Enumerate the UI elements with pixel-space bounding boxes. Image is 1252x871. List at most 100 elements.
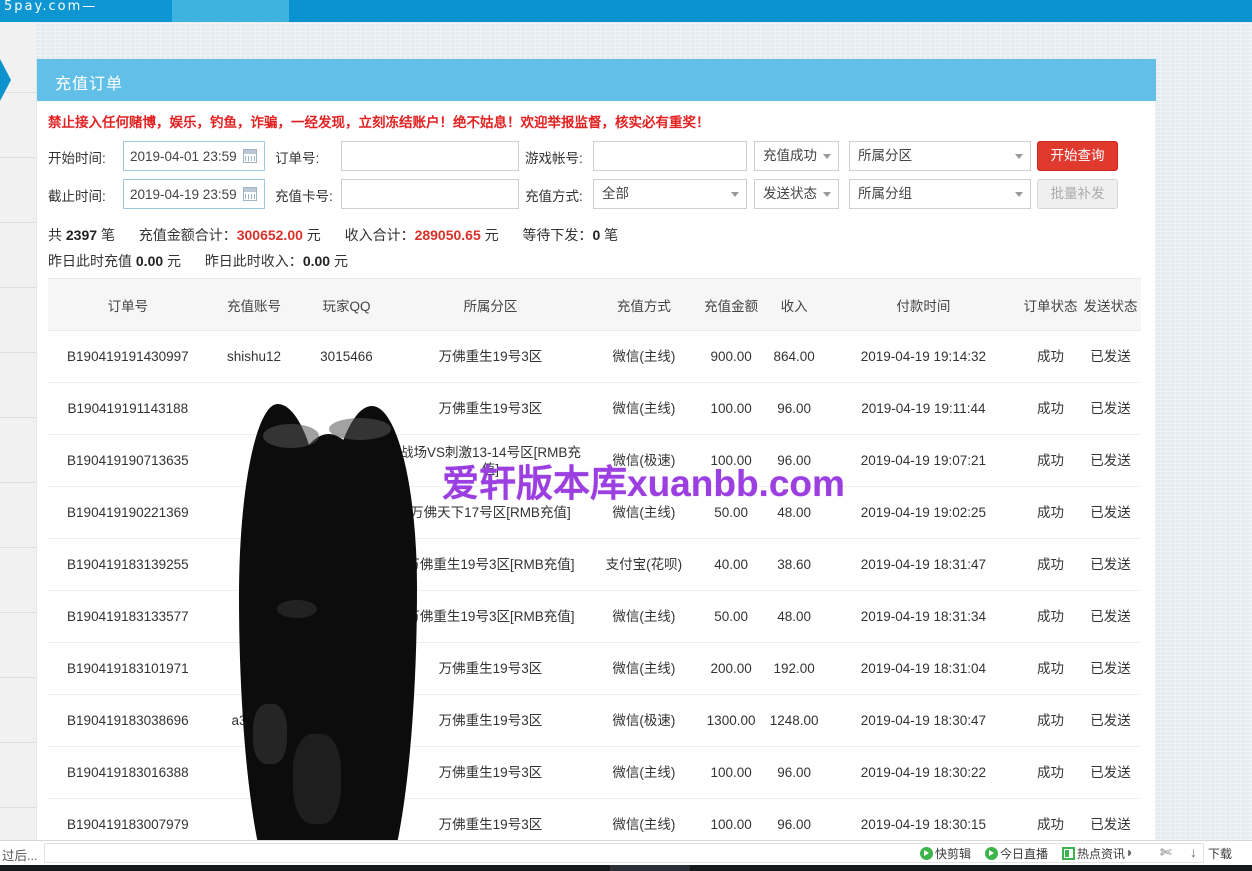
zone-select[interactable]: 所属分区 <box>849 141 1031 171</box>
table-cell-order-status[interactable]: 成功 <box>1021 487 1080 539</box>
table-cell-account <box>208 643 300 695</box>
start-query-button[interactable]: 开始查询 <box>1037 141 1118 171</box>
table-cell-zone: 万佛重生19号3区 <box>393 747 588 799</box>
table-cell-qq <box>300 539 392 591</box>
site-domain-label: 5pay.com— <box>4 0 97 14</box>
table-cell-qq <box>300 643 392 695</box>
table-row[interactable]: B190419183038696a38000624万佛重生19号3区微信(极速)… <box>48 695 1141 747</box>
rocket-icon[interactable]: ✄ <box>1160 844 1172 861</box>
table-cell-account: shishu12 <box>208 331 300 383</box>
table-cell-qq <box>300 435 392 487</box>
chevron-down-icon <box>1015 192 1023 197</box>
col-pay-time: 付款时间 <box>826 279 1021 331</box>
table-cell-method: 微信(主线) <box>588 591 699 643</box>
table-cell-pay-time: 2019-04-19 18:31:47 <box>826 539 1021 591</box>
summary-line-2: 昨日此时充值 0.00 元 昨日此时收入：0.00 元 <box>48 251 348 271</box>
table-cell-zone: 万佛重生19号3区 <box>393 643 588 695</box>
table-cell-order-no: B190419191143188 <box>48 383 208 435</box>
table-cell-method: 微信(极速) <box>588 435 699 487</box>
table-cell-amount: 100.00 <box>700 435 763 487</box>
table-cell-qq: 3015466 <box>300 331 392 383</box>
start-time-input[interactable] <box>123 141 265 171</box>
table-cell-method: 微信(主线) <box>588 383 699 435</box>
page-title-bar: 充值订单 <box>37 59 1156 101</box>
pay-method-select[interactable]: 全部 <box>593 179 747 209</box>
table-cell-income: 96.00 <box>763 383 826 435</box>
table-cell-qq: 7 <box>300 747 392 799</box>
browser-tab-secondary[interactable] <box>172 0 289 22</box>
chevron-down-icon <box>731 192 739 197</box>
pending-unit: 笔 <box>604 227 618 243</box>
page-title-arrow-icon <box>0 59 11 101</box>
play-circle-icon <box>920 847 933 860</box>
end-time-input[interactable] <box>123 179 265 209</box>
order-no-label: 订单号: <box>275 147 319 167</box>
table-row[interactable]: B190419190713635战场VS刺激13-14号区[RMB充值]微信(极… <box>48 435 1141 487</box>
income-value: 289050.65 <box>415 227 481 243</box>
table-cell-pay-time: 2019-04-19 19:07:21 <box>826 435 1021 487</box>
table-cell-qq <box>300 487 392 539</box>
table-row[interactable]: B190419191143188万佛重生19号3区微信(主线)100.0096.… <box>48 383 1141 435</box>
card-no-label: 充值卡号: <box>275 185 333 205</box>
table-row[interactable]: B190419183133577a3万佛重生19号3区[RMB充值]微信(主线)… <box>48 591 1141 643</box>
yesterday-recharge-unit: 元 <box>167 253 181 269</box>
tray-item-jinrizhibo[interactable]: 今日直播 <box>985 845 1048 862</box>
recharge-status-select[interactable]: 充值成功 <box>754 141 839 171</box>
table-cell-method: 微信(极速) <box>588 695 699 747</box>
table-cell-order-status[interactable]: 成功 <box>1021 643 1080 695</box>
table-cell-order-status[interactable]: 成功 <box>1021 747 1080 799</box>
recharge-status-value: 充值成功 <box>763 148 817 163</box>
tray-label-1: 今日直播 <box>1000 847 1048 861</box>
news-icon <box>1062 847 1075 860</box>
table-row[interactable]: B190419191430997shishu123015466万佛重生19号3区… <box>48 331 1141 383</box>
table-cell-order-status[interactable]: 成功 <box>1021 383 1080 435</box>
table-cell-qq <box>300 591 392 643</box>
table-cell-order-status[interactable]: 成功 <box>1021 435 1080 487</box>
col-income: 收入 <box>763 279 826 331</box>
table-row[interactable]: B1904191830163887万佛重生19号3区微信(主线)100.0096… <box>48 747 1141 799</box>
game-account-input[interactable] <box>593 141 747 171</box>
table-cell-income: 192.00 <box>763 643 826 695</box>
table-cell-income: 96.00 <box>763 747 826 799</box>
table-cell-qq <box>300 383 392 435</box>
browser-tab-area[interactable] <box>289 0 1252 22</box>
end-time-label: 截止时间: <box>48 185 106 205</box>
col-send-status: 发送状态 <box>1080 279 1141 331</box>
table-cell-amount: 50.00 <box>700 487 763 539</box>
table-cell-amount: 50.00 <box>700 591 763 643</box>
download-arrow-icon[interactable]: ↓ <box>1190 844 1197 860</box>
table-cell-account <box>208 747 300 799</box>
table-cell-order-no: B190419190713635 <box>48 435 208 487</box>
table-cell-amount: 40.00 <box>700 539 763 591</box>
table-row[interactable]: B190419183139255万佛重生19号3区[RMB充值]支付宝(花呗)4… <box>48 539 1141 591</box>
order-no-input[interactable] <box>341 141 519 171</box>
table-cell-zone: 万佛重生19号3区[RMB充值] <box>393 539 588 591</box>
send-status-select[interactable]: 发送状态 <box>754 179 839 209</box>
table-cell-income: 38.60 <box>763 539 826 591</box>
speedometer-icon[interactable]: ◑ <box>1124 844 1132 860</box>
group-select[interactable]: 所属分组 <box>849 179 1031 209</box>
table-cell-account: a38000 <box>208 695 300 747</box>
table-cell-order-status[interactable]: 成功 <box>1021 539 1080 591</box>
table-cell-send-status: 已发送 <box>1080 643 1141 695</box>
download-label[interactable]: 下载 <box>1208 845 1232 862</box>
col-method: 充值方式 <box>588 279 699 331</box>
table-cell-order-status[interactable]: 成功 <box>1021 331 1080 383</box>
yesterday-income-unit: 元 <box>334 253 348 269</box>
table-cell-income: 48.00 <box>763 487 826 539</box>
tray-item-kuaijianji[interactable]: 快剪辑 <box>920 845 971 862</box>
table-cell-zone: 万佛重生19号3区 <box>393 695 588 747</box>
col-qq: 玩家QQ <box>300 279 392 331</box>
table-row[interactable]: B190419183101971万佛重生19号3区微信(主线)200.00192… <box>48 643 1141 695</box>
table-row[interactable]: B190419190221369万佛天下17号区[RMB充值]微信(主线)50.… <box>48 487 1141 539</box>
amount-label: 充值金额合计： <box>139 227 237 243</box>
batch-resend-button[interactable]: 批量补发 <box>1037 179 1118 209</box>
table-cell-send-status: 已发送 <box>1080 383 1141 435</box>
table-cell-order-status[interactable]: 成功 <box>1021 695 1080 747</box>
content-card: 充值订单 禁止接入任何赌博，娱乐，钓鱼，诈骗，一经发现，立刻冻结账户！绝不姑息！… <box>36 59 1155 840</box>
tray-item-redianzixun[interactable]: 热点资讯 <box>1062 845 1125 862</box>
card-no-input[interactable] <box>341 179 519 209</box>
table-cell-income: 864.00 <box>763 331 826 383</box>
yesterday-recharge-value: 0.00 <box>136 253 163 269</box>
table-cell-order-status[interactable]: 成功 <box>1021 591 1080 643</box>
